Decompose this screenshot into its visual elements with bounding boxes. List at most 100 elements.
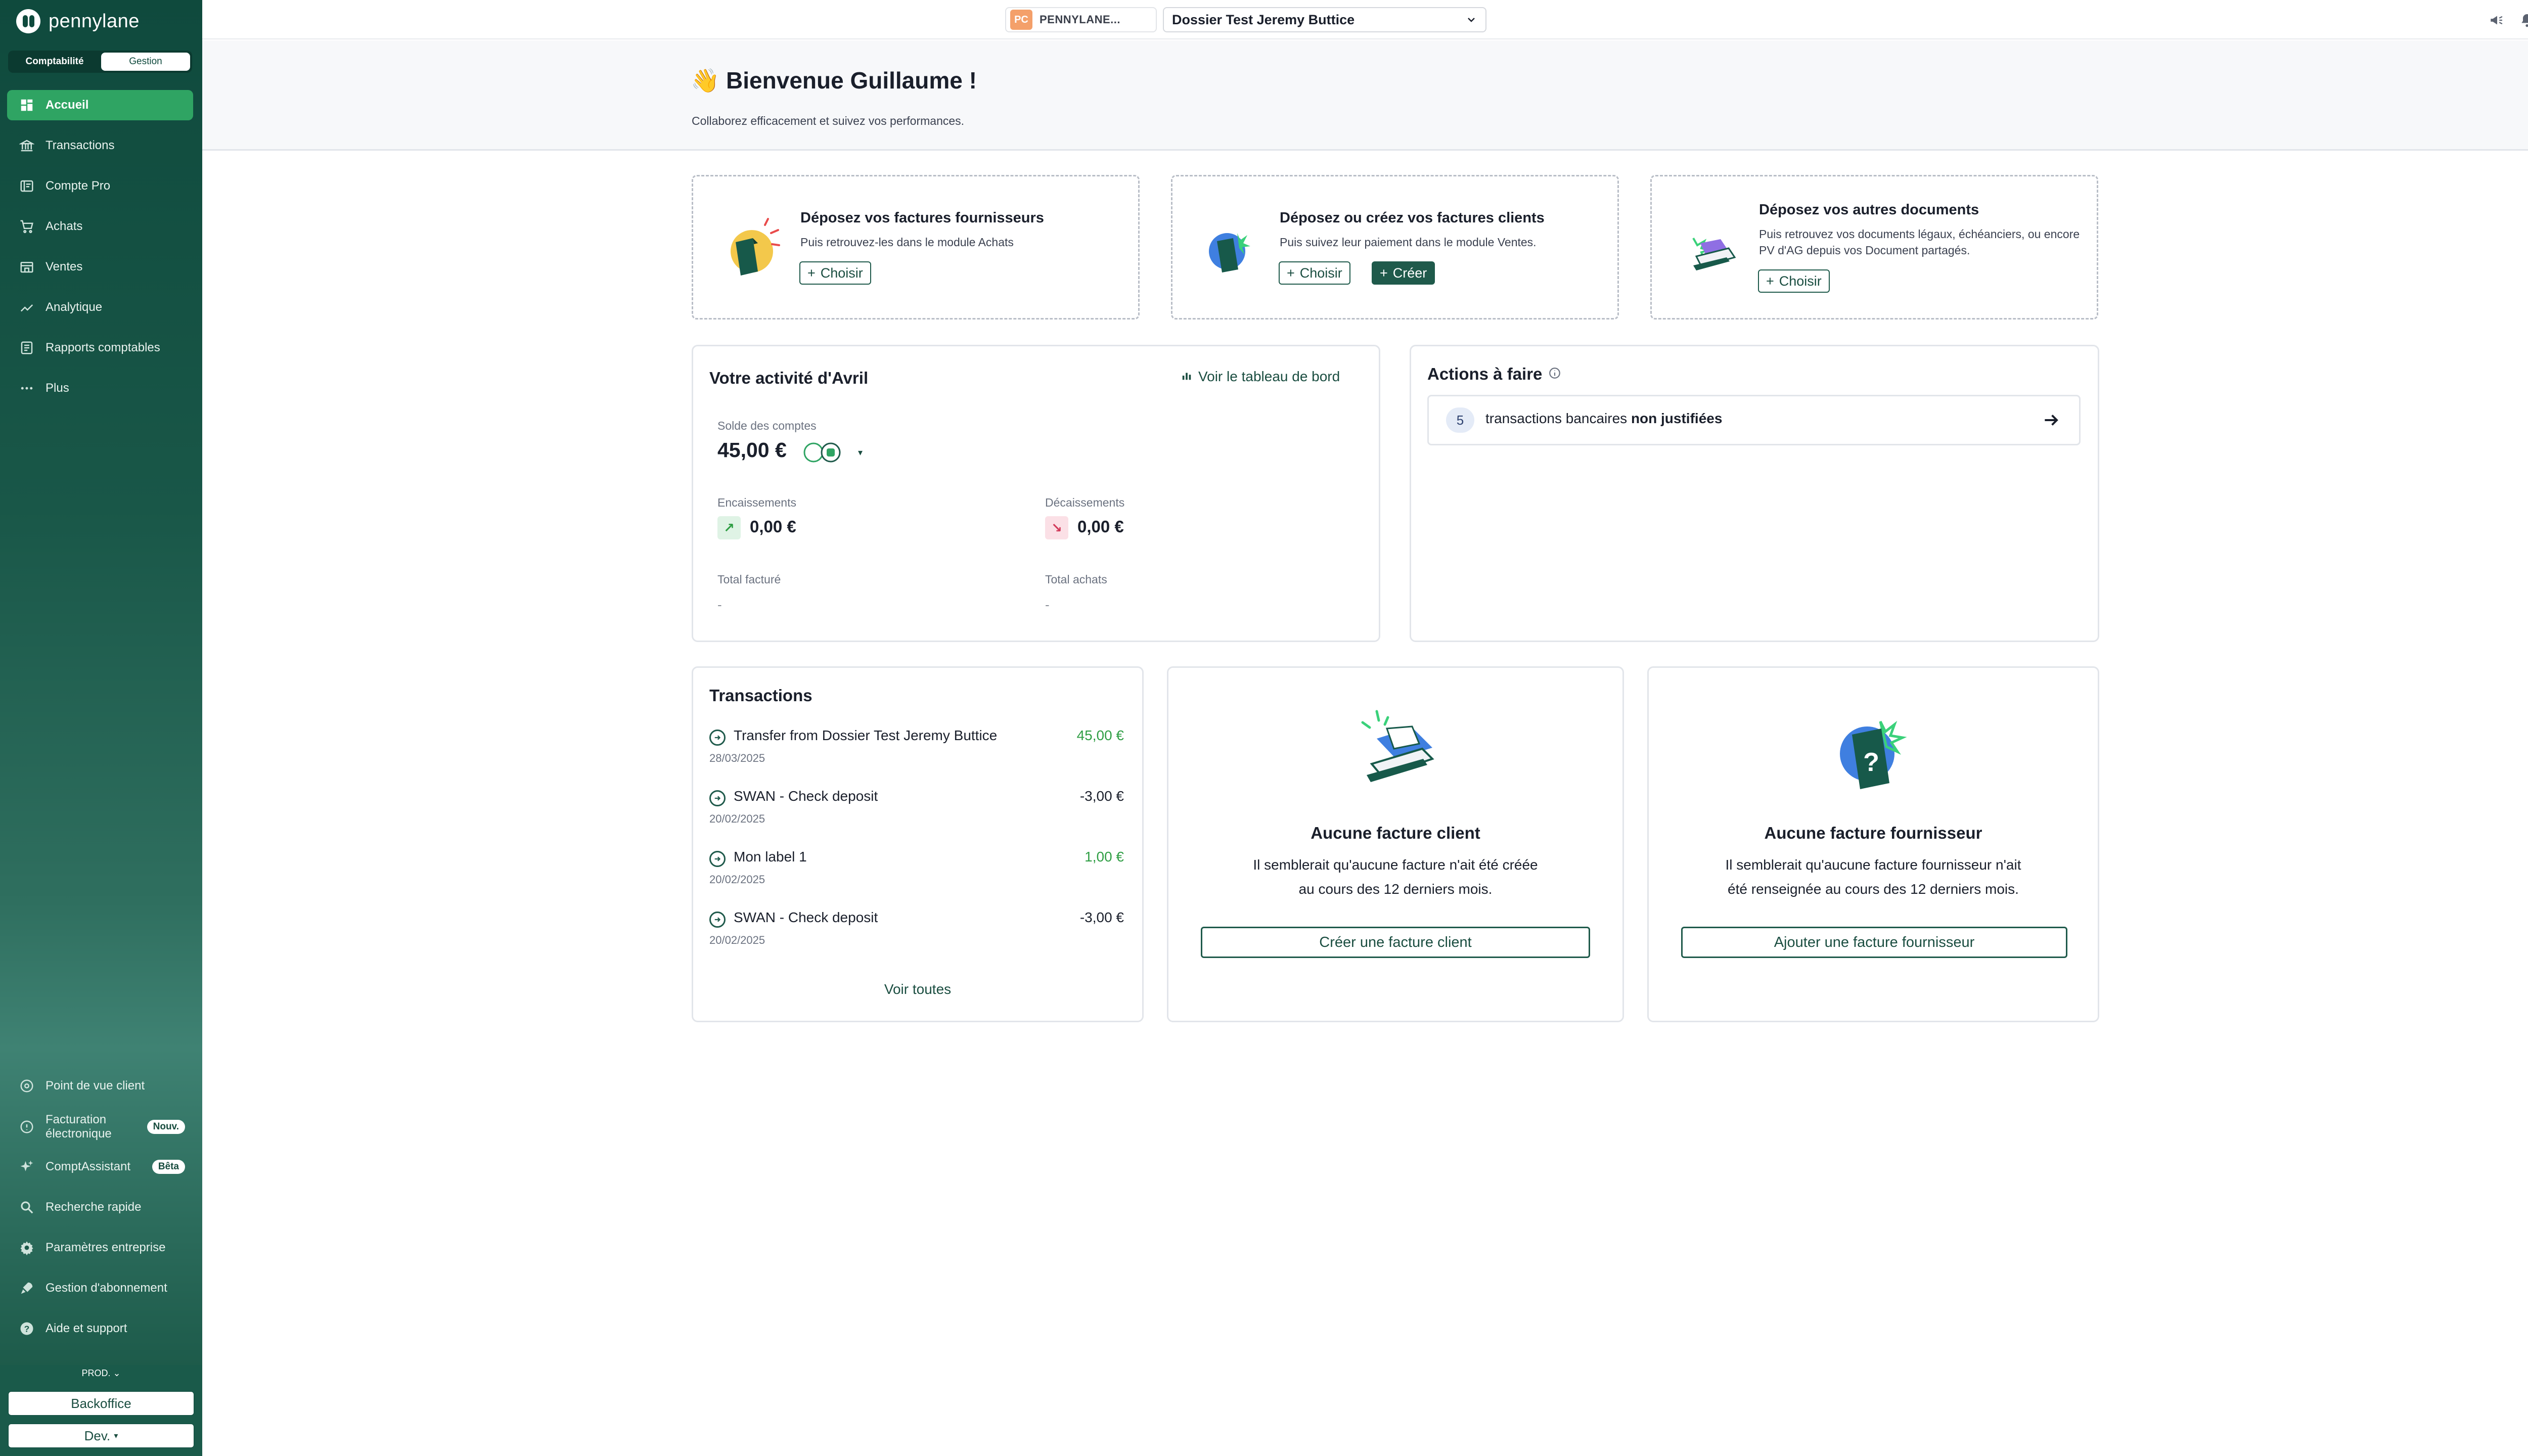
count-badge: 5 — [1446, 407, 1474, 433]
report-icon — [18, 339, 35, 356]
create-invoice-button[interactable]: + Créer — [1372, 261, 1435, 285]
label-line-1: Facturation — [46, 1113, 107, 1126]
billed-value: - — [717, 597, 722, 612]
sidebar-item-label: ComptAssistant — [46, 1160, 131, 1173]
dev-button[interactable]: Dev. ▾ — [8, 1424, 194, 1448]
dossier-name: Dossier Test Jeremy Buttice — [1172, 12, 1355, 27]
sidebar-item-label: Paramètres entreprise — [46, 1241, 166, 1254]
sidebar-item-accueil[interactable]: Accueil — [7, 90, 193, 120]
pennylane-logo-icon — [16, 9, 40, 33]
dev-label: Dev. — [84, 1428, 111, 1443]
sidebar-item-aide[interactable]: ? Aide et support — [7, 1313, 193, 1344]
transaction-date: 28/03/2025 — [709, 752, 765, 764]
empty-text-line-2: été renseignée au cours des 12 derniers … — [1728, 881, 2019, 897]
action-text: transactions bancaires non justifiées — [1485, 411, 1722, 427]
transfer-icon — [709, 851, 726, 867]
help-icon: ? — [18, 1320, 35, 1337]
mode-gestion[interactable]: Gestion — [101, 53, 190, 71]
page-header: 👋 Bienvenue Guillaume ! Collaborez effic… — [202, 40, 2528, 151]
income-value: 0,00 € — [750, 517, 796, 536]
action-text-bold: non justifiées — [1631, 411, 1723, 426]
empty-text-line-1: Il semblerait qu'aucune facture n'ait ét… — [1253, 857, 1538, 873]
create-client-invoice-button[interactable]: Créer une facture client — [1201, 927, 1590, 958]
sidebar-item-achats[interactable]: Achats — [7, 211, 193, 242]
sidebar-item-comptassistant[interactable]: ComptAssistant Bêta — [7, 1152, 193, 1182]
dossier-select[interactable]: Dossier Test Jeremy Buttice — [1163, 7, 1486, 32]
sidebar-item-label: Accueil — [46, 98, 89, 112]
sidebar-item-ventes[interactable]: Ventes — [7, 252, 193, 282]
caret-down-icon[interactable]: ▾ — [858, 447, 863, 458]
transfer-icon — [709, 790, 726, 806]
add-supplier-invoice-button[interactable]: Ajouter une facture fournisseur — [1681, 927, 2067, 958]
sidebar-item-label: Achats — [46, 219, 83, 233]
sidebar-item-rapports[interactable]: Rapports comptables — [7, 333, 193, 363]
transfer-icon — [709, 912, 726, 928]
transaction-amount: -3,00 € — [1079, 909, 1124, 925]
arrow-right-icon — [2042, 411, 2061, 432]
mode-comptabilite[interactable]: Comptabilité — [10, 53, 99, 71]
sidebar-item-point-de-vue-client[interactable]: Point de vue client — [7, 1071, 193, 1101]
sidebar-item-parametres[interactable]: Paramètres entreprise — [7, 1233, 193, 1263]
billed-label: Total facturé — [717, 573, 781, 586]
dashboard-icon — [18, 97, 35, 114]
action-text-main: transactions bancaires — [1485, 411, 1628, 426]
beta-badge: Bêta — [152, 1160, 185, 1174]
brand[interactable]: pennylane — [16, 9, 140, 33]
sidebar-item-transactions[interactable]: Transactions — [7, 130, 193, 161]
env-selector[interactable]: PROD. ⌄ — [0, 1365, 202, 1379]
info-icon[interactable] — [1548, 365, 1561, 384]
transactions-card: Transactions Transfer from Dossier Test … — [692, 666, 1144, 1022]
dropzone-text: Puis retrouvez-les dans le module Achats — [800, 236, 1014, 249]
actions-title: Actions à faire — [1427, 365, 1543, 383]
dropzone-title: Déposez ou créez vos factures clients — [1280, 210, 1545, 226]
documents-illustration-icon — [1692, 238, 1736, 270]
dropzone-client-invoices[interactable]: Déposez ou créez vos factures clients Pu… — [1171, 175, 1619, 320]
company-avatar: PC — [1010, 10, 1032, 30]
chevron-down-icon: ⌄ — [113, 1368, 121, 1378]
choose-file-button[interactable]: + Choisir — [799, 261, 871, 285]
eye-icon — [18, 1077, 35, 1095]
env-label: PROD. — [81, 1368, 111, 1378]
actions-header: Actions à faire — [1427, 365, 1561, 384]
bell-icon[interactable] — [2519, 12, 2528, 28]
sidebar-item-label: Point de vue client — [46, 1079, 145, 1093]
button-label: Choisir — [820, 265, 863, 281]
empty-title: Aucune facture client — [1311, 824, 1480, 842]
choose-file-button[interactable]: + Choisir — [1758, 269, 1830, 293]
choose-file-button[interactable]: + Choisir — [1279, 261, 1350, 285]
transaction-date: 20/02/2025 — [709, 934, 765, 946]
transaction-date: 20/02/2025 — [709, 812, 765, 825]
sidebar-item-label: Recherche rapide — [46, 1200, 142, 1214]
transaction-name: SWAN - Check deposit — [734, 909, 878, 925]
action-item-unjustified-transactions[interactable]: 5 transactions bancaires non justifiées — [1427, 395, 2081, 445]
actions-card: Actions à faire 5 transactions bancaires… — [1410, 345, 2099, 642]
chevron-down-icon — [1465, 14, 1477, 26]
sidebar-item-compte-pro[interactable]: Compte Pro — [7, 171, 193, 201]
sidebar-item-abonnement[interactable]: Gestion d'abonnement — [7, 1273, 193, 1303]
sidebar-item-analytique[interactable]: Analytique — [7, 292, 193, 323]
empty-client-invoices-card: Aucune facture client Il semblerait qu'a… — [1167, 666, 1624, 1022]
megaphone-icon[interactable] — [2489, 12, 2506, 29]
button-label: Choisir — [1779, 273, 1822, 289]
sidebar-item-facturation-electronique[interactable]: Facturation électronique Nouv. — [7, 1110, 193, 1144]
mode-switch: Comptabilité Gestion — [8, 51, 192, 73]
transaction-name: Transfer from Dossier Test Jeremy Buttic… — [734, 727, 998, 743]
supplier-invoice-question-illustration-icon: ? — [1840, 720, 1907, 789]
dropzone-supplier-invoices[interactable]: Déposez vos factures fournisseurs Puis r… — [692, 175, 1140, 320]
expense-value: 0,00 € — [1077, 517, 1124, 536]
dashboard-link[interactable]: Voir le tableau de bord — [1181, 369, 1340, 385]
backoffice-button[interactable]: Backoffice — [8, 1391, 194, 1416]
page-title: 👋 Bienvenue Guillaume ! — [691, 67, 977, 94]
dropzone-other-documents[interactable]: Déposez vos autres documents Puis retrou… — [1650, 175, 2098, 320]
income-label: Encaissements — [717, 496, 796, 509]
expense-label: Décaissements — [1045, 496, 1125, 509]
company-selector[interactable]: PC PENNYLANE... — [1005, 7, 1157, 32]
plus-icon: + — [807, 265, 816, 281]
sidebar-item-recherche-rapide[interactable]: Recherche rapide — [7, 1192, 193, 1222]
client-invoice-illustration-icon — [1209, 233, 1250, 272]
new-badge: Nouv. — [147, 1120, 185, 1134]
sidebar-item-plus[interactable]: Plus — [7, 373, 193, 403]
see-all-link[interactable]: Voir toutes — [693, 981, 1142, 997]
empty-text: Il semblerait qu'aucune facture fourniss… — [1649, 853, 2098, 901]
card-icon — [18, 177, 35, 195]
